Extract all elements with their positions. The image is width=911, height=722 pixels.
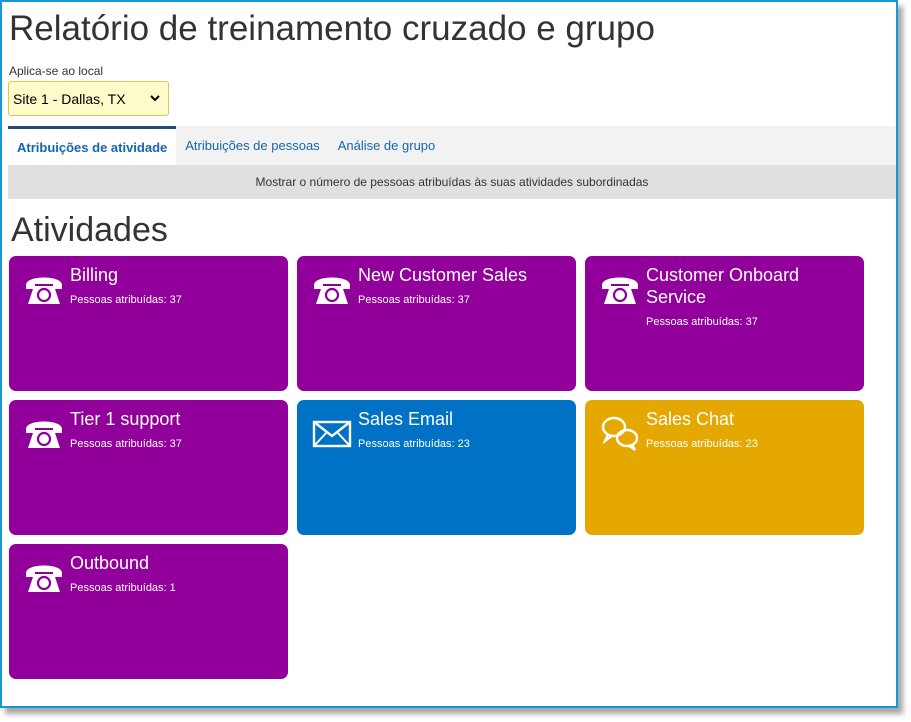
assigned-count: Pessoas atribuídas: 37 [358, 294, 470, 306]
activity-tile-sales-email[interactable]: Sales Email Pessoas atribuídas: 23 [297, 400, 576, 535]
tab-people-assignments[interactable]: Atribuições de pessoas [176, 126, 328, 165]
activity-tile-customer-onboard-service[interactable]: Customer Onboard Service Pessoas atribuí… [585, 256, 864, 391]
tabs-bar: Atribuições de atividade Atribuições de … [8, 126, 896, 165]
assigned-count: Pessoas atribuídas: 23 [646, 438, 758, 450]
assigned-count: Pessoas atribuídas: 23 [358, 438, 470, 450]
assigned-count: Pessoas atribuídas: 1 [70, 582, 176, 594]
phone-icon [599, 270, 641, 308]
activity-tile-tier-1-support[interactable]: Tier 1 support Pessoas atribuídas: 37 [9, 400, 288, 535]
tab-activity-assignments[interactable]: Atribuições de atividade [8, 126, 177, 165]
info-bar: Mostrar o número de pessoas atribuídas à… [8, 165, 896, 199]
activity-name: Sales Chat [646, 409, 735, 429]
tab-group-analysis[interactable]: Análise de grupo [329, 126, 445, 165]
info-text: Mostrar o número de pessoas atribuídas à… [255, 175, 649, 189]
phone-icon [23, 558, 65, 596]
location-select[interactable]: Site 1 - Dallas, TX [8, 81, 169, 116]
activity-tile-new-customer-sales[interactable]: New Customer Sales Pessoas atribuídas: 3… [297, 256, 576, 391]
location-label: Aplica-se ao local [9, 64, 104, 78]
location-select-value: Site 1 - Dallas, TX [13, 90, 126, 107]
activity-name: Outbound [70, 553, 150, 573]
activity-name: Sales Email [358, 409, 454, 429]
phone-icon [311, 270, 353, 308]
activity-name: Tier 1 support [70, 409, 181, 429]
chevron-down-icon [150, 94, 160, 104]
page-title: Relatório de treinamento cruzado e grupo [9, 9, 655, 48]
activity-tile-billing[interactable]: Billing Pessoas atribuídas: 37 [9, 256, 288, 391]
phone-icon [23, 414, 65, 452]
activity-name: Customer Onboard Service [646, 265, 800, 307]
assigned-count: Pessoas atribuídas: 37 [70, 438, 182, 450]
activity-tile-outbound[interactable]: Outbound Pessoas atribuídas: 1 [9, 544, 288, 679]
assigned-count: Pessoas atribuídas: 37 [70, 294, 182, 306]
activity-name: New Customer Sales [358, 265, 528, 285]
report-window: Relatório de treinamento cruzado e grupo… [0, 0, 898, 708]
activity-name: Billing [70, 265, 119, 285]
phone-icon [23, 270, 65, 308]
section-title: Atividades [11, 211, 168, 249]
activity-tile-sales-chat[interactable]: Sales Chat Pessoas atribuídas: 23 [585, 400, 864, 535]
chat-bubbles-icon [599, 414, 641, 452]
assigned-count: Pessoas atribuídas: 37 [646, 316, 758, 328]
envelope-icon [311, 414, 353, 452]
